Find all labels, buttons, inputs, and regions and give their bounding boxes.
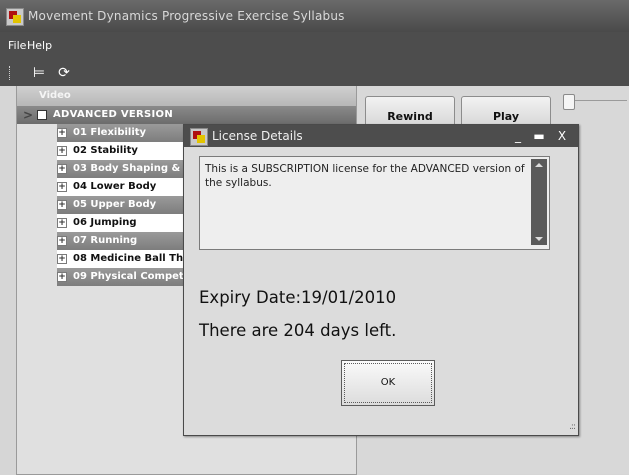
minimize-icon[interactable]: _ [510, 127, 526, 145]
expand-node-icon[interactable]: + [57, 200, 67, 210]
refresh-icon[interactable]: ⟳ [54, 63, 74, 83]
license-message-textarea[interactable]: This is a SUBSCRIPTION license for the A… [199, 156, 550, 250]
tree-collapse-icon[interactable]: ⊨ [29, 63, 49, 83]
scroll-down-icon[interactable] [535, 237, 543, 241]
expand-node-icon[interactable]: + [57, 128, 67, 138]
window-titlebar: Movement Dynamics Progressive Exercise S… [0, 0, 629, 32]
expand-node-icon[interactable]: + [57, 218, 67, 228]
position-slider-thumb[interactable] [563, 94, 575, 110]
toolbar: ⊨ ⟳ [0, 60, 629, 86]
tree-item-label: 07 Running [73, 235, 138, 246]
expand-node-icon[interactable]: + [57, 182, 67, 192]
resize-grip-icon[interactable]: .:: [569, 422, 576, 432]
menu-bar: File Help [0, 32, 629, 60]
license-message: This is a SUBSCRIPTION license for the A… [205, 163, 525, 189]
tree-root-label: ADVANCED VERSION [53, 109, 174, 120]
tree-item-label: 01 Flexibility [73, 127, 147, 138]
expand-node-icon[interactable]: + [57, 146, 67, 156]
app-icon [190, 128, 208, 146]
tree-header: Video [17, 86, 356, 106]
tree-root-row[interactable]: > ADVANCED VERSION [17, 106, 356, 124]
tree-item-label: 05 Upper Body [73, 199, 157, 210]
dialog-title: License Details [212, 129, 303, 143]
tree-item-label: 06 Jumping [73, 217, 137, 228]
collapse-node-icon[interactable] [37, 110, 47, 120]
tree-item-label: 04 Lower Body [73, 181, 157, 192]
tree-header-label: Video [39, 90, 71, 101]
tree-item-label: 03 Body Shaping & C [73, 163, 192, 174]
toolbar-grip[interactable] [9, 66, 12, 80]
expand-node-icon[interactable]: + [57, 236, 67, 246]
maximize-icon[interactable]: ▬ [531, 127, 547, 145]
days-left: There are 204 days left. [199, 321, 397, 340]
close-icon[interactable]: X [554, 127, 570, 145]
tree-item-label: 02 Stability [73, 145, 138, 156]
position-slider-track[interactable] [567, 100, 627, 101]
license-dialog: License Details _ ▬ X This is a SUBSCRIP… [183, 124, 579, 436]
textarea-scrollbar[interactable] [531, 159, 547, 245]
scroll-up-icon[interactable] [535, 163, 543, 167]
tree-item-label: 09 Physical Compete [73, 271, 191, 282]
dialog-titlebar[interactable]: License Details _ ▬ X [184, 125, 578, 147]
expand-node-icon[interactable]: + [57, 164, 67, 174]
menu-help[interactable]: Help [27, 39, 52, 52]
window-title: Movement Dynamics Progressive Exercise S… [28, 9, 345, 23]
expand-node-icon[interactable]: + [57, 272, 67, 282]
chevron-right-icon[interactable]: > [23, 108, 33, 122]
expiry-date: Expiry Date:19/01/2010 [199, 288, 397, 307]
app-icon [6, 8, 24, 26]
tree-item-label: 08 Medicine Ball Thr [73, 253, 189, 264]
menu-file[interactable]: File [8, 39, 26, 52]
expand-node-icon[interactable]: + [57, 254, 67, 264]
ok-button[interactable]: OK [341, 360, 435, 406]
